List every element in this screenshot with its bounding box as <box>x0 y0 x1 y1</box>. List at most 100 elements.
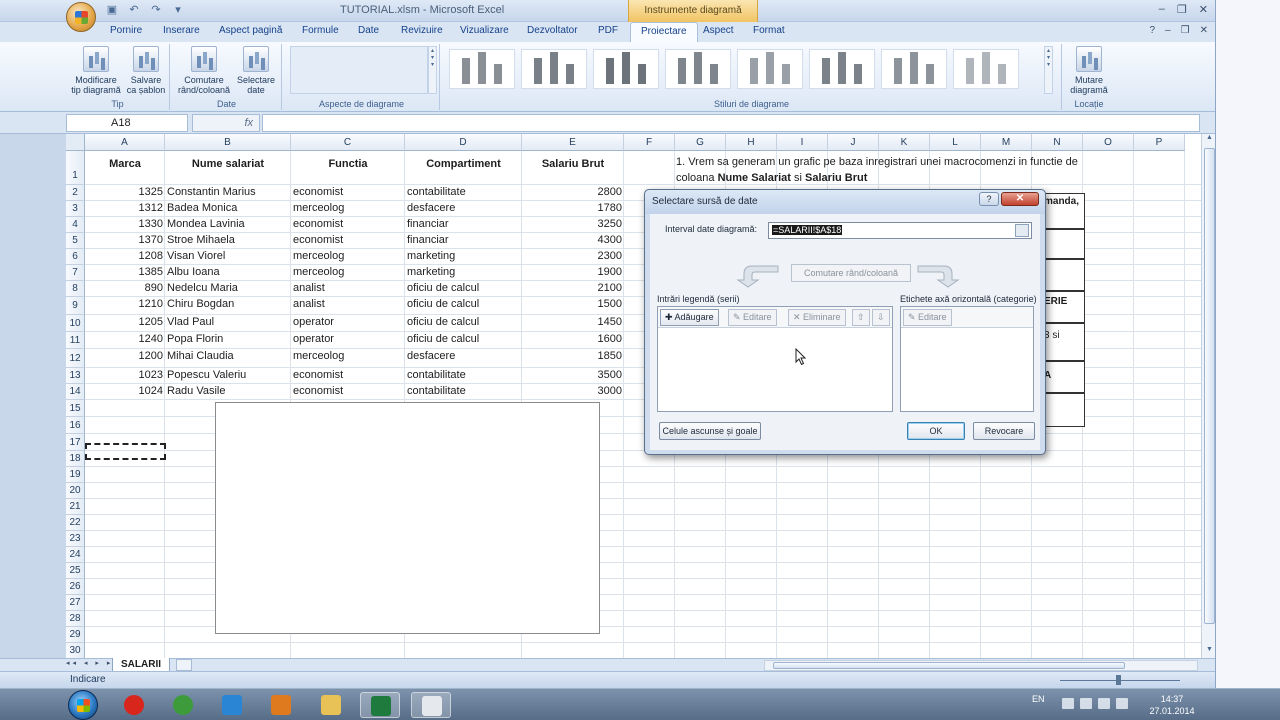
tab-aspect[interactable]: Aspect <box>703 25 734 36</box>
save-as-template-button[interactable]: Salvare ca șablon <box>118 46 174 95</box>
row-header-14[interactable]: 14 <box>66 384 85 400</box>
table-cell[interactable]: Radu Vasile <box>167 385 289 397</box>
table-cell[interactable]: desfacere <box>407 350 520 362</box>
table-cell[interactable]: analist <box>293 282 403 294</box>
table-cell[interactable]: economist <box>293 186 403 198</box>
restore-icon[interactable]: ❐ <box>1177 3 1187 16</box>
table-cell[interactable]: 2800 <box>524 186 622 198</box>
row-header-11[interactable]: 11 <box>66 332 85 349</box>
table-cell[interactable]: marketing <box>407 250 520 262</box>
table-cell[interactable]: 1024 <box>87 385 163 397</box>
row-header-1[interactable]: 1 <box>66 151 85 185</box>
table-cell[interactable]: merceolog <box>293 250 403 262</box>
collapse-range-icon[interactable] <box>1015 224 1029 237</box>
row-header-17[interactable]: 17 <box>66 434 85 451</box>
table-cell[interactable]: contabilitate <box>407 369 520 381</box>
column-header-i[interactable]: I <box>777 134 828 151</box>
chart-style-thumb[interactable] <box>521 49 587 89</box>
table-cell[interactable]: Mondea Lavinia <box>167 218 289 230</box>
taskbar-window[interactable] <box>411 692 451 718</box>
table-cell[interactable]: oficiu de calcul <box>407 333 520 345</box>
row-header-2[interactable]: 2 <box>66 185 85 201</box>
table-cell[interactable]: Albu Ioana <box>167 266 289 278</box>
row-header-27[interactable]: 27 <box>66 595 85 611</box>
table-cell[interactable]: Popescu Valeriu <box>167 369 289 381</box>
tab-dezvoltator[interactable]: Dezvoltator <box>527 25 578 36</box>
table-cell[interactable]: Badea Monica <box>167 202 289 214</box>
table-cell[interactable]: 3250 <box>524 218 622 230</box>
switch-row-column-dialog-button[interactable]: Comutare rând/coloană <box>791 264 911 282</box>
table-cell[interactable]: economist <box>293 218 403 230</box>
tab-format[interactable]: Format <box>753 25 785 36</box>
table-cell[interactable]: 1500 <box>524 298 622 310</box>
table-cell[interactable]: 1330 <box>87 218 163 230</box>
axis-labels-list[interactable]: ✎ Editare <box>900 306 1034 412</box>
table-cell[interactable]: 1312 <box>87 202 163 214</box>
start-button[interactable] <box>68 690 98 720</box>
table-cell[interactable]: analist <box>293 298 403 310</box>
tab-pornire[interactable]: Pornire <box>110 25 142 36</box>
row-header-26[interactable]: 26 <box>66 579 85 595</box>
table-cell[interactable]: 1205 <box>87 316 163 328</box>
column-header-e[interactable]: E <box>522 134 624 151</box>
tab-proiectare[interactable]: Proiectare <box>630 22 698 42</box>
name-box[interactable]: A18 <box>66 114 188 132</box>
hidden-empty-cells-button[interactable]: Celule ascunse și goale <box>659 422 761 440</box>
table-cell[interactable]: 1370 <box>87 234 163 246</box>
taskbar-internet-explorer[interactable] <box>212 692 252 718</box>
row-header-3[interactable]: 3 <box>66 201 85 217</box>
add-series-button[interactable]: ✚ Adăugare <box>660 309 719 326</box>
vertical-scrollbar[interactable]: ▲ ▼ <box>1201 134 1215 658</box>
row-header-9[interactable]: 9 <box>66 297 85 315</box>
row-header-19[interactable]: 19 <box>66 467 85 483</box>
select-data-button[interactable]: Selectare date <box>228 46 284 95</box>
column-header-m[interactable]: M <box>981 134 1032 151</box>
taskbar-file-explorer[interactable] <box>311 692 351 718</box>
edit-axis-labels-button[interactable]: ✎ Editare <box>903 309 952 326</box>
table-cell[interactable]: 890 <box>87 282 163 294</box>
table-header-cell[interactable]: Nume salariat <box>165 158 291 170</box>
row-header-20[interactable]: 20 <box>66 483 85 499</box>
column-header-c[interactable]: C <box>291 134 405 151</box>
table-cell[interactable]: economist <box>293 234 403 246</box>
save-icon[interactable]: ▣ <box>104 3 120 18</box>
undo-icon[interactable]: ↶ <box>126 3 142 18</box>
keyboard-icon[interactable] <box>1062 698 1074 709</box>
table-cell[interactable]: economist <box>293 385 403 397</box>
table-cell[interactable]: 1208 <box>87 250 163 262</box>
row-header-5[interactable]: 5 <box>66 233 85 249</box>
chart-style-thumb[interactable] <box>593 49 659 89</box>
table-cell[interactable]: 1240 <box>87 333 163 345</box>
column-header-o[interactable]: O <box>1083 134 1134 151</box>
table-cell[interactable]: Nedelcu Maria <box>167 282 289 294</box>
table-cell[interactable]: operator <box>293 316 403 328</box>
table-cell[interactable]: oficiu de calcul <box>407 316 520 328</box>
table-cell[interactable]: Vlad Paul <box>167 316 289 328</box>
row-header-25[interactable]: 25 <box>66 563 85 579</box>
ok-button[interactable]: OK <box>907 422 965 440</box>
taskbar-opera[interactable] <box>114 692 154 718</box>
scroll-down-icon[interactable]: ▼ <box>1202 646 1215 658</box>
table-header-cell[interactable]: Salariu Brut <box>522 158 624 170</box>
empty-chart-area[interactable] <box>215 402 600 634</box>
row-header-24[interactable]: 24 <box>66 547 85 563</box>
table-cell[interactable]: merceolog <box>293 266 403 278</box>
change-chart-type-button[interactable]: Modificare tip diagramă <box>68 46 124 95</box>
horizontal-scrollbar[interactable] <box>764 660 1198 671</box>
column-header-a[interactable]: A <box>85 134 165 151</box>
tab-vizualizare[interactable]: Vizualizare <box>460 25 509 36</box>
tab-aspect-pagină[interactable]: Aspect pagină <box>219 25 282 36</box>
cancel-button[interactable]: Revocare <box>973 422 1035 440</box>
remove-series-button[interactable]: ✕ Eliminare <box>788 309 846 326</box>
table-cell[interactable]: 1600 <box>524 333 622 345</box>
move-up-icon[interactable]: ⇧ <box>852 309 870 326</box>
table-cell[interactable]: oficiu de calcul <box>407 298 520 310</box>
taskbar-excel[interactable] <box>360 692 400 718</box>
customize-qat-icon[interactable]: ▾ <box>170 3 186 18</box>
close-icon[interactable]: ✕ <box>1199 3 1208 16</box>
tab-date[interactable]: Date <box>358 25 379 36</box>
row-header-22[interactable]: 22 <box>66 515 85 531</box>
row-header-6[interactable]: 6 <box>66 249 85 265</box>
column-header-j[interactable]: J <box>828 134 879 151</box>
dialog-help-button[interactable]: ? <box>979 192 999 206</box>
